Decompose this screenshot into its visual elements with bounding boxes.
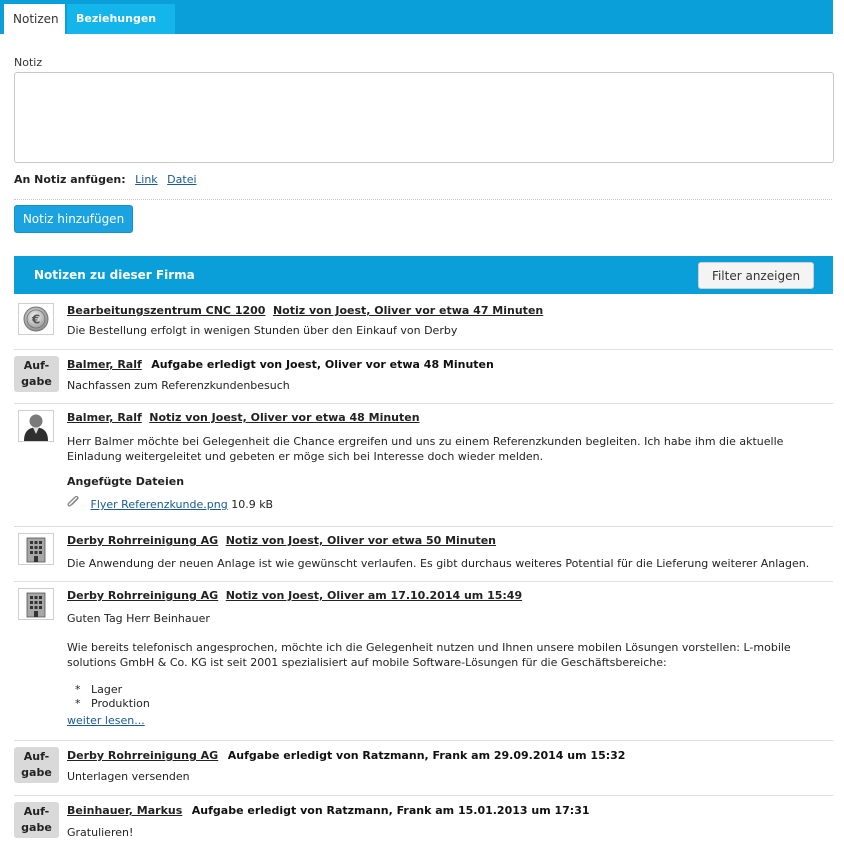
note-text: Die Bestellung erfolgt in wenigen Stunde…	[67, 324, 458, 337]
note-header: Derby Rohrreinigung AG Notiz von Joest, …	[67, 534, 496, 547]
attach-link[interactable]: Link	[135, 173, 158, 186]
filter-button[interactable]: Filter anzeigen	[698, 262, 814, 289]
paperclip-icon	[67, 495, 87, 511]
task-badge: Auf-gabe	[14, 747, 59, 783]
note-meta-link[interactable]: Notiz von Joest, Oliver vor etwa 50 Minu…	[226, 534, 496, 547]
notiz-textarea[interactable]	[14, 72, 834, 163]
bullet-item: * Produktion	[75, 697, 150, 710]
note-header: Derby Rohrreinigung AG Notiz von Joest, …	[67, 589, 522, 602]
bullet-list: * Lager * Produktion	[67, 683, 150, 711]
task-meta: Aufgabe erledigt von Joest, Oliver vor e…	[151, 358, 494, 371]
svg-text:€: €	[31, 313, 40, 327]
notiz-label: Notiz	[14, 56, 43, 69]
note-meta-link[interactable]: Notiz von Joest, Oliver am 17.10.2014 um…	[226, 589, 522, 602]
tab-notizen[interactable]: Notizen	[4, 4, 65, 34]
euro-icon: €	[18, 303, 54, 335]
bullet-item: * Lager	[75, 683, 123, 696]
attachment-size: 10.9 kB	[231, 498, 274, 511]
note-header: Bearbeitungszentrum CNC 1200 Notiz von J…	[67, 304, 543, 317]
note-entry: Balmer, Ralf Notiz von Joest, Oliver vor…	[14, 404, 833, 527]
building-icon	[18, 588, 54, 620]
task-title-link[interactable]: Beinhauer, Markus	[67, 804, 182, 817]
read-more-link[interactable]: weiter lesen...	[67, 714, 145, 727]
attach-label: An Notiz anfügen:	[14, 173, 126, 186]
note-title-link[interactable]: Balmer, Ralf	[67, 411, 142, 424]
note-text: Wie bereits telefonisch angesprochen, mö…	[67, 641, 791, 669]
note-meta-link[interactable]: Notiz von Joest, Oliver vor etwa 47 Minu…	[273, 304, 543, 317]
note-header: Balmer, Ralf Notiz von Joest, Oliver vor…	[67, 411, 420, 424]
note-entry: € Bearbeitungszentrum CNC 1200 Notiz von…	[14, 297, 833, 350]
note-meta-link[interactable]: Notiz von Joest, Oliver vor etwa 48 Minu…	[149, 411, 419, 424]
attach-row: An Notiz anfügen: Link Datei	[14, 173, 197, 186]
task-meta: Aufgabe erledigt von Ratzmann, Frank am …	[227, 749, 626, 762]
task-entry: Auf-gabe Beinhauer, Markus Aufgabe erled…	[14, 796, 833, 848]
tab-bar: Notizen Beziehungen (3)	[0, 0, 833, 55]
task-entry: Auf-gabe Balmer, Ralf Aufgabe erledigt v…	[14, 350, 833, 404]
attachments-title: Angefügte Dateien	[67, 475, 185, 488]
note-title-link[interactable]: Derby Rohrreinigung AG	[67, 534, 218, 547]
task-text: Unterlagen versenden	[67, 770, 190, 783]
task-title-link[interactable]: Balmer, Ralf	[67, 358, 142, 371]
note-greeting: Guten Tag Herr Beinhauer	[67, 612, 210, 625]
note-title-link[interactable]: Derby Rohrreinigung AG	[67, 589, 218, 602]
task-header: Derby Rohrreinigung AG Aufgabe erledigt …	[67, 749, 625, 762]
add-note-button[interactable]: Notiz hinzufügen	[14, 205, 133, 233]
attach-file[interactable]: Datei	[167, 173, 196, 186]
task-meta: Aufgabe erledigt von Ratzmann, Frank am …	[191, 804, 590, 817]
divider	[14, 199, 832, 200]
building-icon	[18, 533, 54, 565]
note-text: Die Anwendung der neuen Anlage ist wie g…	[67, 557, 810, 570]
task-entry: Auf-gabe Derby Rohrreinigung AG Aufgabe …	[14, 741, 833, 796]
section-header: Notizen zu dieser Firma Filter anzeigen	[14, 256, 833, 294]
note-text: Herr Balmer möchte bei Gelegenheit die C…	[67, 435, 784, 463]
task-text: Gratulieren!	[67, 826, 134, 839]
task-badge: Auf-gabe	[14, 356, 59, 392]
person-icon	[18, 410, 54, 442]
note-entry: Derby Rohrreinigung AG Notiz von Joest, …	[14, 582, 833, 741]
task-header: Beinhauer, Markus Aufgabe erledigt von R…	[67, 804, 590, 817]
task-text: Nachfassen zum Referenzkundenbesuch	[67, 379, 290, 392]
attachment-item: Flyer Referenzkunde.png 10.9 kB	[67, 495, 274, 511]
task-title-link[interactable]: Derby Rohrreinigung AG	[67, 749, 218, 762]
tab-beziehungen[interactable]: Beziehungen (3)	[67, 4, 175, 55]
attachment-link[interactable]: Flyer Referenzkunde.png	[91, 498, 228, 511]
read-more: weiter lesen...	[67, 713, 145, 728]
note-title-link[interactable]: Bearbeitungszentrum CNC 1200	[67, 304, 265, 317]
section-title: Notizen zu dieser Firma	[34, 268, 195, 282]
task-header: Balmer, Ralf Aufgabe erledigt von Joest,…	[67, 358, 494, 371]
note-entry: Derby Rohrreinigung AG Notiz von Joest, …	[14, 527, 833, 582]
task-badge: Auf-gabe	[14, 802, 59, 838]
